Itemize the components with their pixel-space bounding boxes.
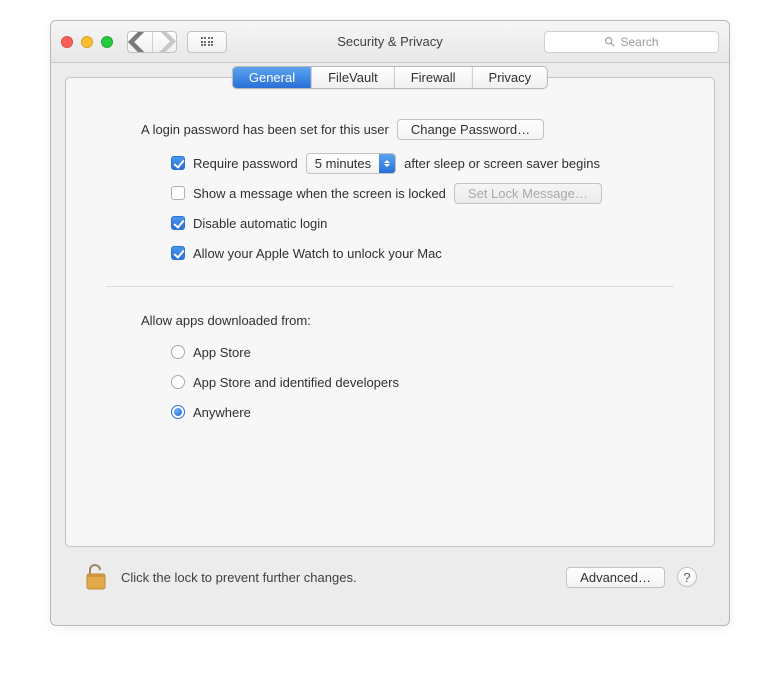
login-password-text: A login password has been set for this u… bbox=[141, 122, 389, 137]
advanced-button[interactable]: Advanced… bbox=[566, 567, 665, 588]
show-all-button[interactable] bbox=[187, 31, 227, 53]
help-button[interactable]: ? bbox=[677, 567, 697, 587]
show-message-label: Show a message when the screen is locked bbox=[193, 186, 446, 201]
tab-firewall[interactable]: Firewall bbox=[394, 67, 472, 88]
password-delay-value: 5 minutes bbox=[307, 156, 379, 171]
tab-bar: General FileVault Firewall Privacy bbox=[232, 66, 548, 89]
set-lock-message-button: Set Lock Message… bbox=[454, 183, 602, 204]
zoom-window-button[interactable] bbox=[101, 36, 113, 48]
allow-identified-radio[interactable] bbox=[171, 375, 185, 389]
show-message-checkbox[interactable] bbox=[171, 186, 185, 200]
disable-auto-login-checkbox[interactable] bbox=[171, 216, 185, 230]
general-content: A login password has been set for this u… bbox=[66, 78, 714, 431]
allow-identified-label: App Store and identified developers bbox=[193, 375, 399, 390]
main-panel: General FileVault Firewall Privacy A log… bbox=[65, 77, 715, 547]
allow-anywhere-radio[interactable] bbox=[171, 405, 185, 419]
allow-app-store-label: App Store bbox=[193, 345, 251, 360]
window-title: Security & Privacy bbox=[337, 34, 442, 49]
tab-general[interactable]: General bbox=[233, 67, 311, 88]
lock-open-icon bbox=[84, 562, 110, 592]
password-delay-select[interactable]: 5 minutes bbox=[306, 153, 396, 174]
toolbar-nav bbox=[127, 31, 227, 53]
require-password-after-label: after sleep or screen saver begins bbox=[404, 156, 600, 171]
grid-icon bbox=[201, 37, 214, 46]
require-password-label: Require password bbox=[193, 156, 298, 171]
tab-privacy[interactable]: Privacy bbox=[472, 67, 548, 88]
titlebar: Security & Privacy Search bbox=[51, 21, 729, 63]
lock-text: Click the lock to prevent further change… bbox=[121, 570, 357, 585]
back-button[interactable] bbox=[128, 32, 152, 52]
chevron-updown-icon bbox=[379, 154, 395, 173]
separator bbox=[106, 286, 674, 287]
search-field[interactable]: Search bbox=[544, 31, 719, 53]
lock-button[interactable] bbox=[83, 561, 111, 593]
search-icon bbox=[604, 36, 615, 47]
preferences-window: Security & Privacy Search General FileVa… bbox=[50, 20, 730, 626]
change-password-button[interactable]: Change Password… bbox=[397, 119, 544, 140]
tab-filevault[interactable]: FileVault bbox=[311, 67, 394, 88]
footer: Click the lock to prevent further change… bbox=[65, 547, 715, 611]
forward-button[interactable] bbox=[152, 32, 176, 52]
back-forward-group bbox=[127, 31, 177, 53]
search-placeholder: Search bbox=[620, 35, 658, 49]
allow-anywhere-label: Anywhere bbox=[193, 405, 251, 420]
disable-auto-login-label: Disable automatic login bbox=[193, 216, 327, 231]
apple-watch-unlock-label: Allow your Apple Watch to unlock your Ma… bbox=[193, 246, 442, 261]
allow-apps-heading: Allow apps downloaded from: bbox=[141, 313, 311, 328]
require-password-checkbox[interactable] bbox=[171, 156, 185, 170]
minimize-window-button[interactable] bbox=[81, 36, 93, 48]
apple-watch-unlock-checkbox[interactable] bbox=[171, 246, 185, 260]
allow-app-store-radio[interactable] bbox=[171, 345, 185, 359]
close-window-button[interactable] bbox=[61, 36, 73, 48]
window-controls bbox=[61, 36, 113, 48]
